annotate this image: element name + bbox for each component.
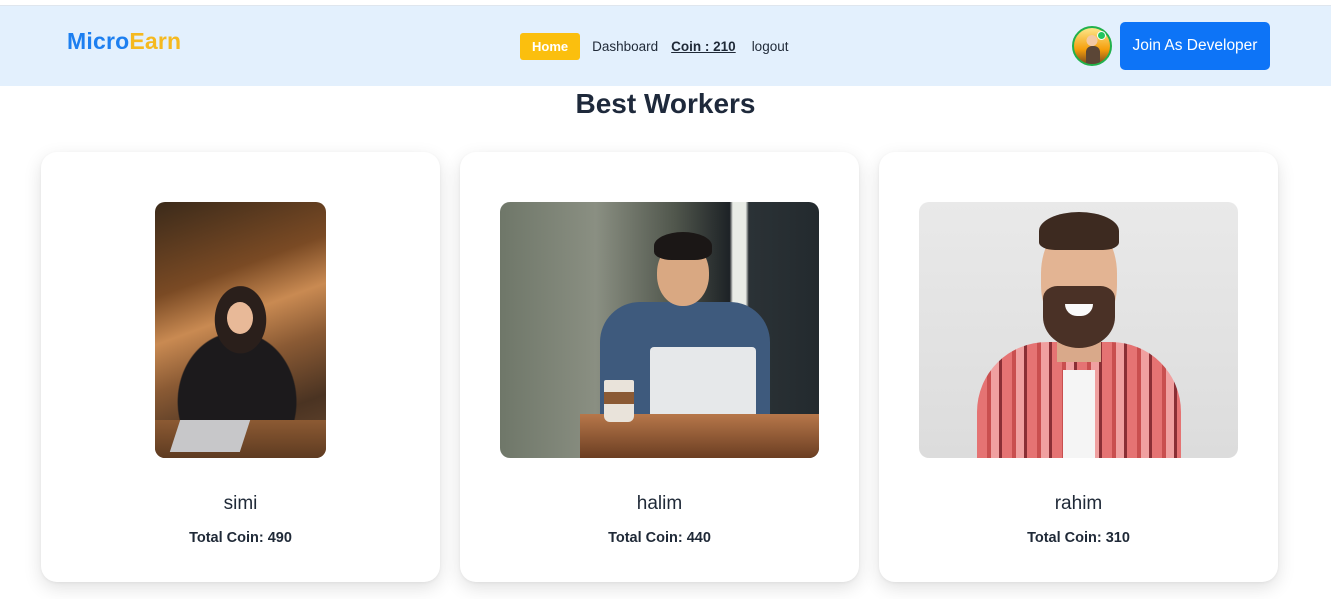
photo-detail: [1043, 286, 1115, 348]
worker-name: halim: [636, 493, 683, 514]
brand-logo[interactable]: MicroEarn: [67, 28, 181, 55]
photo-detail: [227, 302, 253, 334]
worker-card: rahim Total Coin: 310: [879, 152, 1278, 582]
join-as-developer-button[interactable]: Join As Developer: [1120, 22, 1270, 70]
avatar-figure: [1086, 46, 1100, 64]
nav-logout-link[interactable]: logout: [752, 39, 789, 54]
photo-detail: [604, 392, 634, 404]
online-status-dot: [1097, 31, 1106, 40]
user-avatar[interactable]: [1072, 26, 1112, 66]
navbar: MicroEarn Home Dashboard Coin : 210 logo…: [0, 5, 1331, 86]
brand-logo-part1: Micro: [67, 28, 130, 54]
nav-home-link[interactable]: Home: [520, 33, 581, 60]
photo-detail: [1063, 370, 1095, 458]
worker-photo: [919, 202, 1238, 458]
nav-dashboard-link[interactable]: Dashboard: [592, 39, 658, 54]
worker-card: halim Total Coin: 440: [460, 152, 859, 582]
worker-name: rahim: [1054, 493, 1103, 514]
worker-photo: [155, 202, 326, 458]
nav-coin-balance[interactable]: Coin : 210: [671, 39, 736, 54]
worker-total-coin: Total Coin: 310: [1027, 530, 1130, 546]
worker-total-coin: Total Coin: 440: [608, 530, 711, 546]
worker-total-coin: Total Coin: 490: [189, 530, 292, 546]
section-title: Best Workers: [575, 88, 756, 119]
photo-detail: [654, 232, 712, 260]
photo-detail: [1039, 212, 1119, 250]
main-nav: Home Dashboard Coin : 210 logout: [520, 33, 801, 60]
photo-detail: [169, 420, 251, 452]
worker-photo: [500, 202, 819, 458]
worker-card: simi Total Coin: 490: [41, 152, 440, 582]
worker-name: simi: [223, 493, 258, 514]
brand-logo-part2: Earn: [129, 28, 182, 54]
